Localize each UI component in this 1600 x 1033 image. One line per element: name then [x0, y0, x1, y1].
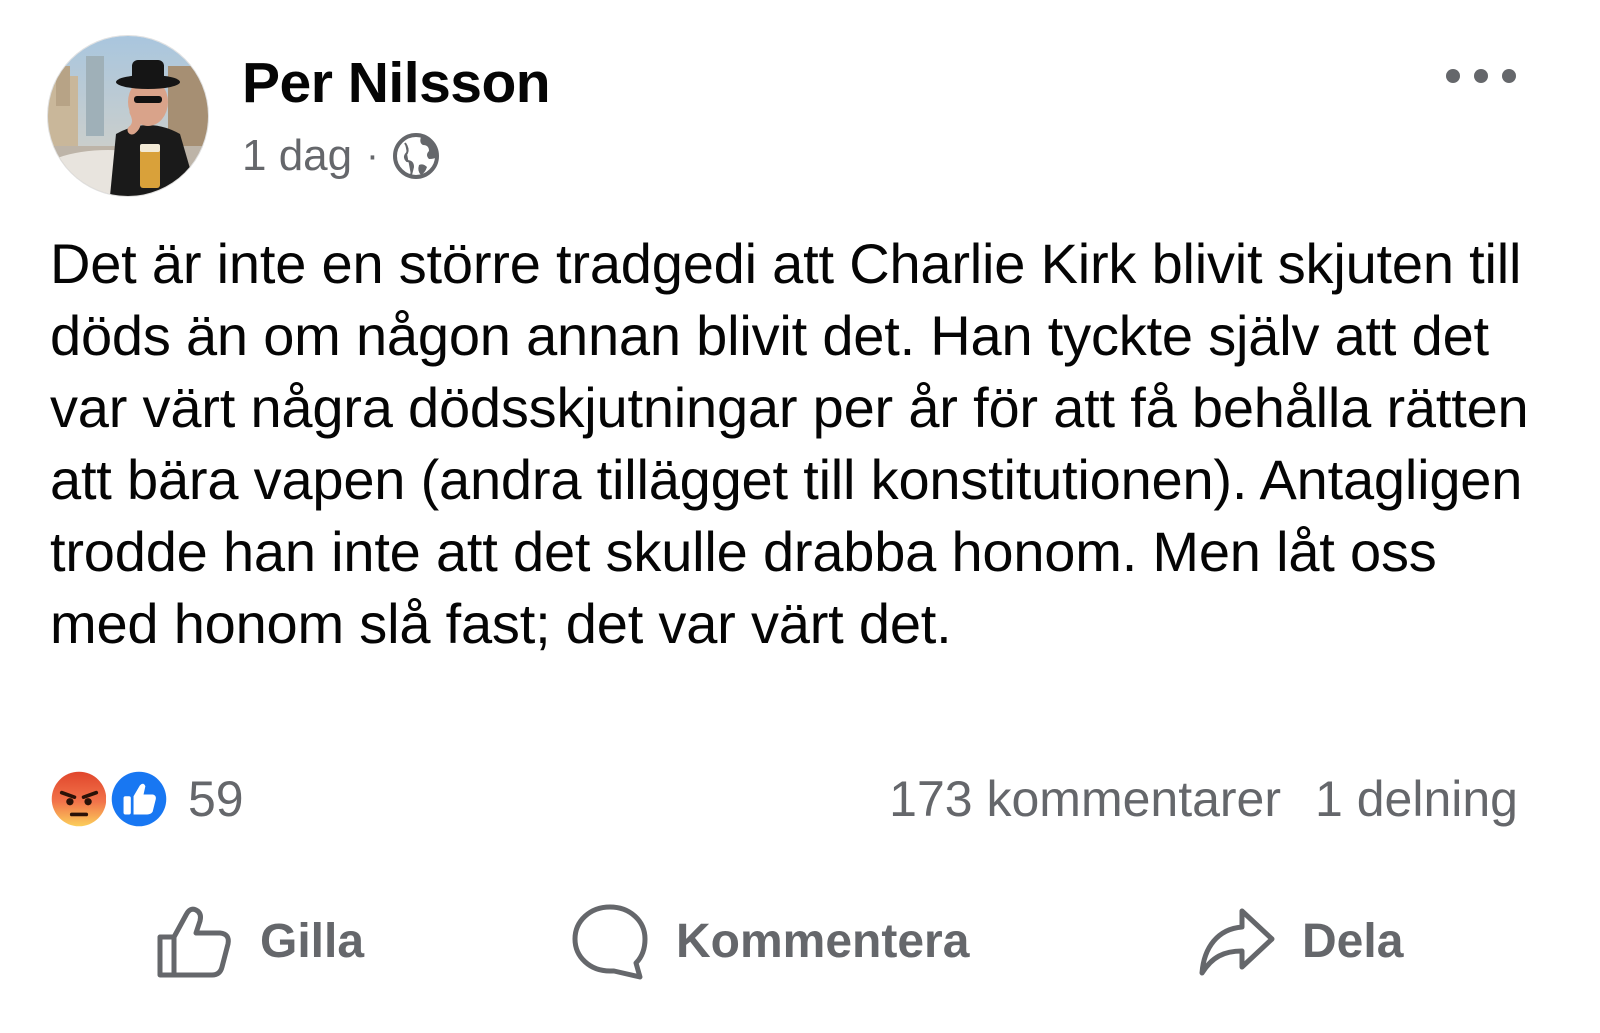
like-reaction-icon: [106, 766, 172, 832]
comment-button[interactable]: Kommentera: [570, 895, 969, 987]
share-label: Dela: [1302, 914, 1404, 968]
post-text: Det är inte en större tradgedi att Charl…: [50, 232, 1529, 655]
comment-count[interactable]: 173 kommentarer: [889, 770, 1281, 828]
meta-separator: ·: [366, 134, 379, 177]
more-options-icon[interactable]: [1440, 56, 1522, 96]
facebook-post: Per Nilsson 1 dag · Det är inte en störr…: [0, 0, 1600, 1033]
author-avatar[interactable]: [48, 36, 208, 196]
angry-reaction-icon: [46, 766, 112, 832]
like-label: Gilla: [260, 914, 365, 968]
reactions-summary[interactable]: 59: [46, 766, 244, 832]
share-count[interactable]: 1 delning: [1315, 770, 1518, 828]
action-bar: Gilla Kommentera Dela: [0, 895, 1600, 987]
thumbs-up-icon: [157, 906, 231, 978]
share-icon: [1199, 908, 1275, 976]
like-button[interactable]: Gilla: [154, 895, 364, 987]
share-button[interactable]: Dela: [1196, 895, 1403, 987]
comment-label: Kommentera: [676, 914, 970, 968]
avatar-photo: [48, 36, 208, 196]
post-meta: 1 dag ·: [242, 128, 441, 184]
comment-icon: [572, 904, 648, 980]
engagement-stats: 173 kommentarer 1 delning: [889, 766, 1518, 832]
reaction-count: 59: [188, 771, 244, 827]
post-timestamp[interactable]: 1 dag: [242, 131, 352, 181]
author-name[interactable]: Per Nilsson: [242, 50, 551, 116]
globe-icon[interactable]: [391, 131, 441, 181]
